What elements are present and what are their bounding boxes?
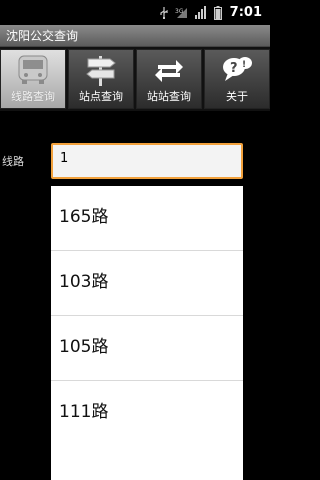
tab-route-query-label: 线路查询 xyxy=(11,90,55,103)
bus-icon xyxy=(16,54,50,90)
suggestion-item[interactable]: 165路 xyxy=(51,186,243,249)
suggestion-item[interactable]: 111路 xyxy=(51,381,243,444)
suggestion-item[interactable]: 103路 xyxy=(51,251,243,314)
network-3g-icon: 3G xyxy=(175,6,189,19)
battery-icon xyxy=(213,5,222,20)
svg-text:!: ! xyxy=(242,60,246,70)
swap-arrows-icon xyxy=(152,54,186,90)
question-bubble-icon: ? ! xyxy=(220,54,254,90)
clock: 7:01 xyxy=(229,5,262,20)
usb-icon xyxy=(159,6,169,19)
route-label: 线路 xyxy=(2,155,24,168)
route-input[interactable]: 1 xyxy=(51,143,243,179)
suggestion-item[interactable]: 105路 xyxy=(51,316,243,379)
svg-text:?: ? xyxy=(230,61,238,76)
status-bar: 3G 7:01 xyxy=(0,0,270,25)
tab-stop-query-label: 站点查询 xyxy=(79,90,123,103)
route-suggestion-dropdown: 165路 103路 105路 111路 xyxy=(51,186,243,480)
tab-stop-query[interactable]: 站点查询 xyxy=(68,49,134,109)
tab-route-query[interactable]: 线路查询 xyxy=(0,49,66,109)
tab-stop-to-stop-query-label: 站站查询 xyxy=(147,90,191,103)
app-title: 沈阳公交查询 xyxy=(0,25,270,47)
tab-stop-to-stop-query[interactable]: 站站查询 xyxy=(136,49,202,109)
signpost-icon xyxy=(84,54,118,90)
tab-bar: 线路查询 站点查询 站站查询 ? ! 关于 xyxy=(0,47,270,111)
tab-about[interactable]: ? ! 关于 xyxy=(204,49,270,109)
signal-icon xyxy=(194,6,208,19)
tab-about-label: 关于 xyxy=(226,90,248,103)
